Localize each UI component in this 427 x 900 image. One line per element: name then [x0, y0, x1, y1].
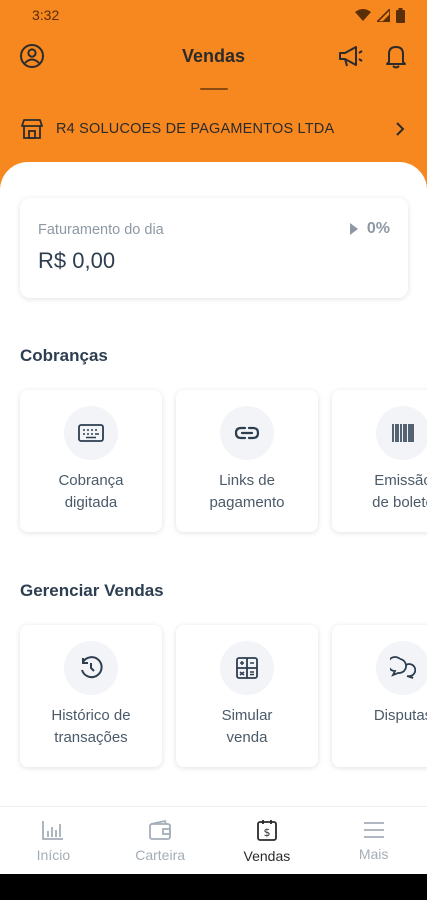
- chat-icon: [376, 641, 427, 695]
- charges-cards: Cobrança digitada Links de pagamento Emi…: [20, 390, 427, 532]
- status-icons: [355, 7, 405, 23]
- content-sheet: Faturamento do dia R$ 0,00 0% Cobranças …: [0, 162, 427, 807]
- status-time: 3:32: [32, 7, 60, 23]
- manage-title: Gerenciar Vendas: [20, 581, 164, 600]
- billing-percent: 0%: [349, 220, 390, 238]
- payment-links-card[interactable]: Links de pagamento: [176, 390, 318, 532]
- company-selector[interactable]: R4 SOLUCOES DE PAGAMENTOS LTDA: [0, 112, 427, 146]
- charges-title: Cobranças: [20, 346, 108, 365]
- billing-card[interactable]: Faturamento do dia R$ 0,00 0%: [20, 198, 408, 298]
- boleto-label: Emissão de boleto: [372, 472, 427, 511]
- bell-icon[interactable]: [380, 40, 412, 72]
- charge-typed-card[interactable]: Cobrança digitada: [20, 390, 162, 532]
- billing-value: R$ 0,00: [38, 248, 116, 273]
- nav-item-mais[interactable]: Mais: [320, 807, 427, 874]
- boleto-card[interactable]: Emissão de boleto: [332, 390, 427, 532]
- chart-icon: [42, 820, 64, 840]
- calculator-icon: [220, 641, 274, 695]
- company-name: R4 SOLUCOES DE PAGAMENTOS LTDA: [56, 121, 335, 137]
- keyboard-icon: [64, 406, 118, 460]
- disputes-card[interactable]: Disputas: [332, 625, 427, 767]
- nav-label-inicio: Início: [36, 846, 71, 863]
- barcode-icon: [376, 406, 427, 460]
- manage-cards: Histórico de transações Simular venda Di…: [20, 625, 427, 767]
- disputes-label: Disputas: [373, 707, 427, 724]
- signal-icon: [377, 8, 390, 22]
- chevron-right-icon: [396, 122, 405, 136]
- nav-label-vendas: Vendas: [243, 847, 291, 864]
- top-bar: Vendas: [0, 38, 427, 90]
- svg-text:$: $: [263, 826, 270, 839]
- billing-label: Faturamento do dia: [38, 222, 164, 238]
- nav-label-carteira: Carteira: [135, 846, 186, 863]
- wifi-icon: [355, 8, 371, 21]
- simulate-sale-card[interactable]: Simular venda: [176, 625, 318, 767]
- simulate-sale-label: Simular venda: [221, 707, 273, 746]
- history-card[interactable]: Histórico de transações: [20, 625, 162, 767]
- nav-item-inicio[interactable]: Início: [0, 807, 107, 874]
- wallet-icon: [149, 819, 172, 840]
- history-label: Histórico de transações: [51, 707, 131, 746]
- history-icon: [64, 641, 118, 695]
- store-icon: [21, 119, 43, 139]
- charge-typed-label: Cobrança digitada: [58, 472, 124, 511]
- payment-links-label: Links de pagamento: [209, 472, 285, 511]
- billing-percent-value: 0%: [366, 220, 390, 237]
- sales-icon: $: [256, 819, 277, 841]
- link-icon: [220, 406, 274, 460]
- status-bar: 3:32: [0, 0, 427, 30]
- nav-item-vendas[interactable]: $ Vendas: [214, 807, 321, 874]
- megaphone-icon[interactable]: [334, 40, 366, 72]
- menu-icon: [363, 821, 384, 838]
- title-underline: [200, 88, 228, 90]
- play-icon: [349, 223, 358, 235]
- nav-item-carteira[interactable]: Carteira: [107, 807, 214, 874]
- bottom-nav: Início Carteira $ Vendas Mais: [0, 806, 427, 874]
- nav-label-mais: Mais: [358, 845, 389, 862]
- battery-icon: [396, 7, 405, 23]
- system-navigation-bar: [0, 874, 427, 900]
